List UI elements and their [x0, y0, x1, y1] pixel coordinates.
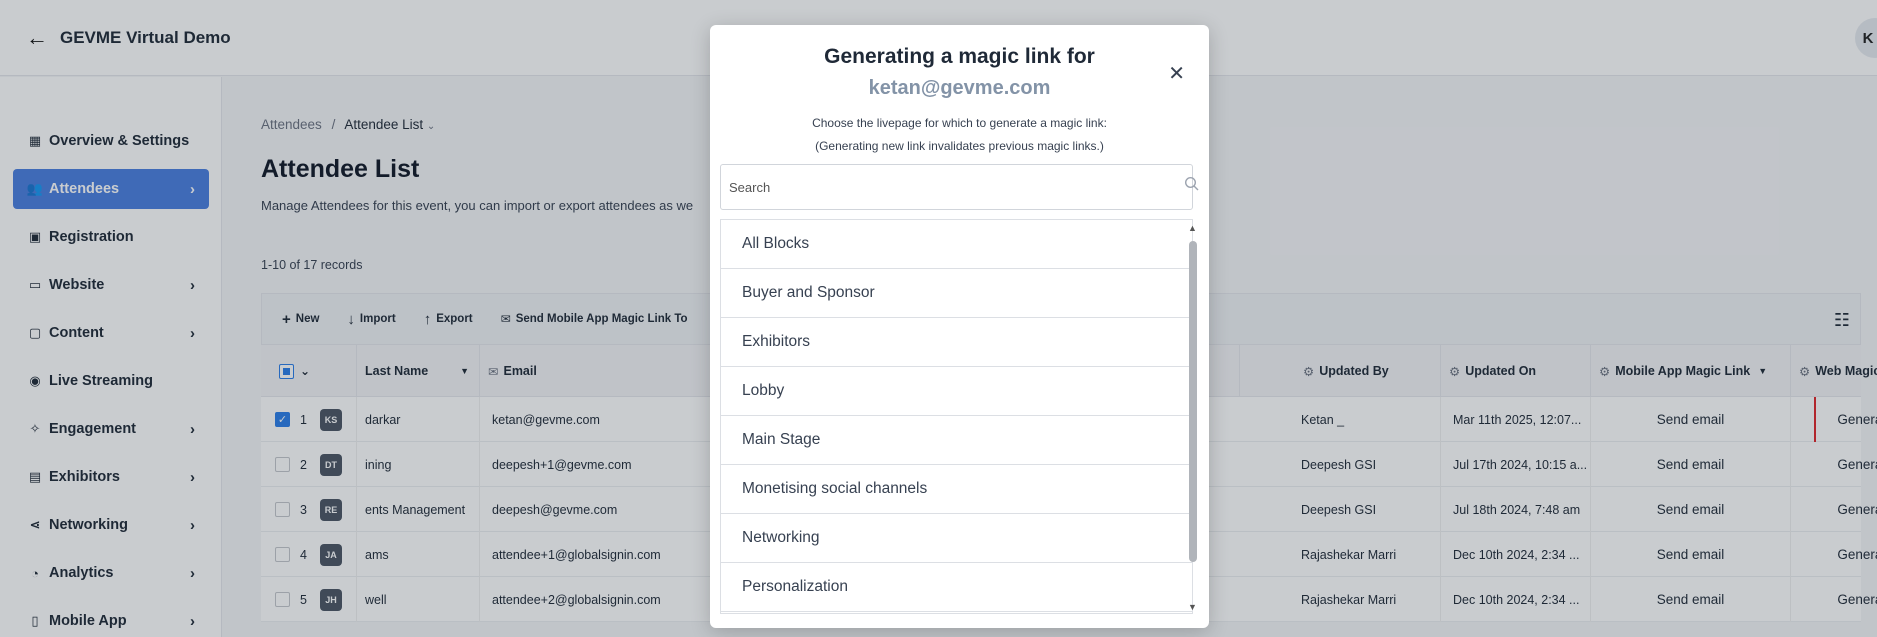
livepage-option[interactable]: Personalization [721, 563, 1192, 612]
livepage-option[interactable]: All Blocks [721, 220, 1192, 269]
modal-note: (Generating new link invalidates previou… [815, 139, 1104, 153]
livepage-option[interactable]: Exhibitors [721, 318, 1192, 367]
search-icon[interactable] [1184, 176, 1204, 196]
livepage-option[interactable]: Monetising social channels [721, 465, 1192, 514]
scroll-thumb[interactable] [1189, 241, 1197, 562]
livepage-list: All Blocks Buyer and Sponsor Exhibitors Lob… [720, 219, 1193, 614]
livepage-list-scrollbar[interactable]: ▲ ▼ [1185, 219, 1201, 614]
livepage-option[interactable]: Lobby [721, 367, 1192, 416]
modal-instruction: Choose the livepage for which to generat… [812, 116, 1107, 130]
livepage-search-input[interactable] [720, 164, 1193, 210]
modal-email: ketan@gevme.com [868, 77, 1051, 99]
modal-title: Generating a magic link for [824, 45, 1095, 68]
livepage-option[interactable]: Buyer and Sponsor [721, 269, 1192, 318]
scroll-down-icon[interactable]: ▼ [1188, 602, 1197, 612]
livepage-option[interactable]: Networking [721, 514, 1192, 563]
livepage-option[interactable]: Main Stage [721, 416, 1192, 465]
scroll-up-icon[interactable]: ▲ [1188, 223, 1197, 233]
magic-link-modal: ✕ Generating a magic link for ketan@gevm… [710, 25, 1209, 628]
